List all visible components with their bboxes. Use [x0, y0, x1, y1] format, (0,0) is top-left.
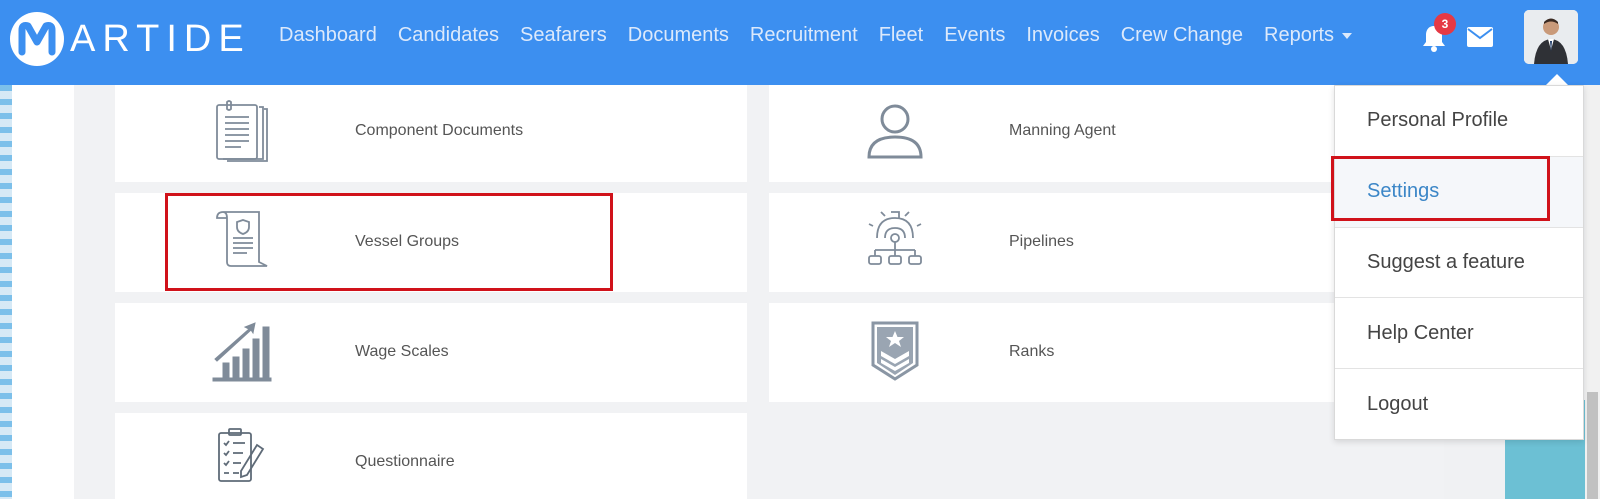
logo-m-icon: [10, 12, 64, 66]
brand-logo[interactable]: ARTIDE: [10, 12, 251, 66]
nav-documents[interactable]: Documents: [628, 24, 729, 47]
settings-grid: Component Documents Manning Agent Vessel…: [74, 85, 1444, 499]
left-decorative-strip: [0, 85, 12, 499]
card-label: Wage Scales: [355, 343, 449, 360]
bar-chart-icon: [212, 322, 272, 382]
card-label: Ranks: [1009, 343, 1055, 360]
nav-fleet[interactable]: Fleet: [879, 24, 923, 47]
top-navbar: ARTIDE Dashboard Candidates Seafarers Do…: [0, 0, 1600, 85]
left-gutter: [12, 85, 74, 499]
card-wage-scales[interactable]: Wage Scales: [115, 303, 747, 402]
nav-reports-label: Reports: [1264, 24, 1335, 46]
chevron-down-icon: [1342, 32, 1353, 39]
card-pipelines[interactable]: Pipelines: [769, 193, 1429, 292]
nav-dashboard[interactable]: Dashboard: [279, 24, 377, 47]
person-icon: [867, 104, 923, 159]
profile-dropdown-menu: Personal Profile Settings Suggest a feat…: [1334, 85, 1584, 440]
card-label: Pipelines: [1009, 233, 1074, 250]
nav-crew-change[interactable]: Crew Change: [1121, 24, 1243, 47]
vessel-groups-highlight-box: [165, 193, 613, 291]
scrollbar-thumb[interactable]: [1587, 392, 1598, 499]
card-label: Manning Agent: [1009, 122, 1116, 139]
logo-text: ARTIDE: [70, 17, 251, 60]
notification-badge: 3: [1434, 13, 1456, 35]
checklist-icon: [218, 428, 265, 482]
card-label: Questionnaire: [355, 453, 455, 470]
main-nav: Dashboard Candidates Seafarers Documents…: [279, 24, 1373, 47]
card-component-documents[interactable]: Component Documents: [115, 85, 747, 182]
menu-suggest-feature[interactable]: Suggest a feature: [1335, 228, 1583, 299]
dropdown-pointer: [1546, 74, 1568, 85]
nav-candidates[interactable]: Candidates: [398, 24, 499, 47]
card-ranks[interactable]: Ranks: [769, 303, 1429, 402]
rank-badge-icon: [871, 321, 919, 381]
card-questionnaire[interactable]: Questionnaire: [115, 413, 747, 499]
menu-help-center[interactable]: Help Center: [1335, 298, 1583, 370]
mail-icon[interactable]: [1466, 26, 1494, 48]
menu-logout[interactable]: Logout: [1335, 369, 1583, 440]
nav-seafarers[interactable]: Seafarers: [520, 24, 607, 47]
nav-invoices[interactable]: Invoices: [1026, 24, 1099, 47]
documents-icon: [216, 100, 268, 162]
menu-personal-profile[interactable]: Personal Profile: [1335, 86, 1583, 157]
pipeline-gear-icon: [868, 211, 922, 265]
user-avatar[interactable]: [1524, 10, 1578, 64]
settings-highlight-box: [1331, 156, 1550, 221]
nav-events[interactable]: Events: [944, 24, 1005, 47]
nav-recruitment[interactable]: Recruitment: [750, 24, 858, 47]
card-label: Component Documents: [355, 122, 524, 139]
nav-reports[interactable]: Reports: [1264, 24, 1353, 47]
card-manning-agent[interactable]: Manning Agent: [769, 85, 1429, 182]
